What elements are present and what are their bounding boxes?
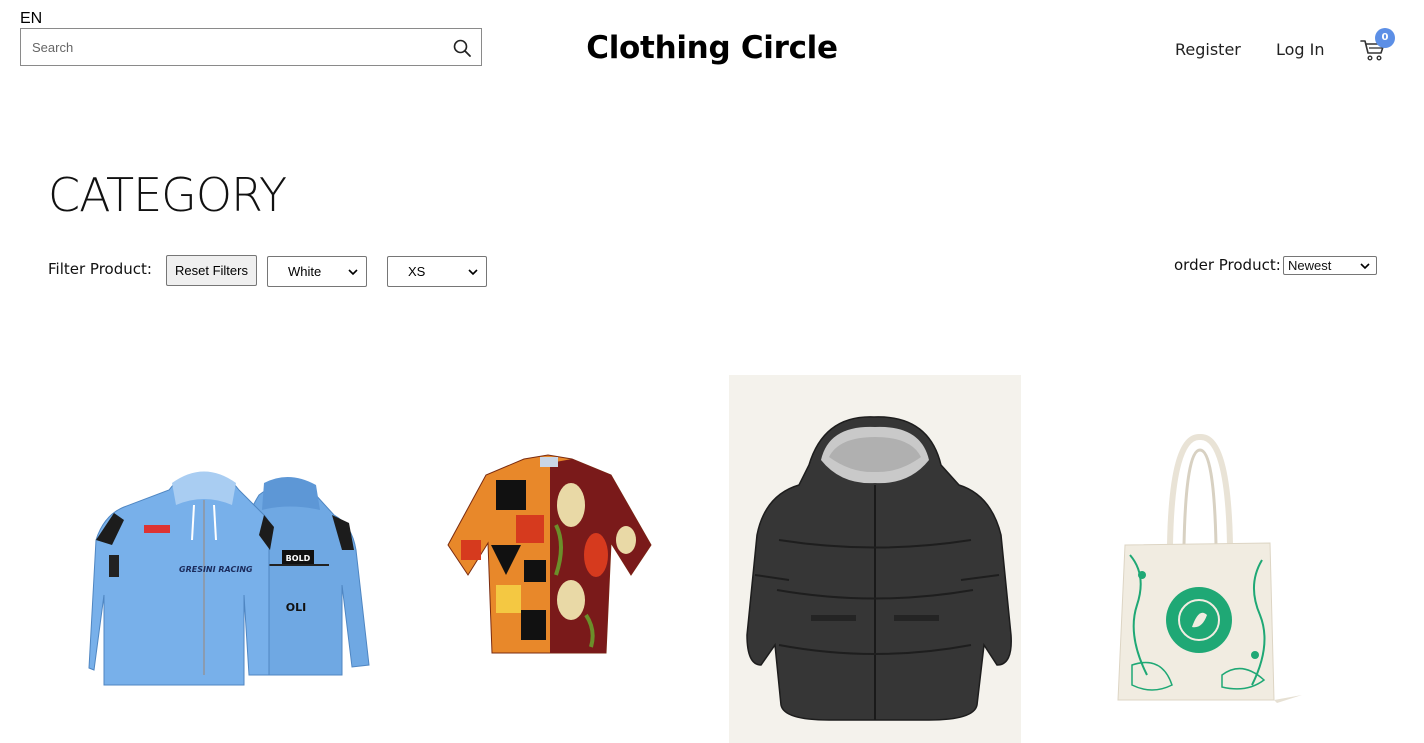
product-image-hoodie: BOLD OLI GRESINI RACING (88, 471, 370, 686)
reset-filters-button[interactable]: Reset Filters (166, 255, 257, 286)
order-value: Newest (1288, 258, 1332, 273)
filter-label: Filter Product: (48, 260, 152, 278)
page-title: CATEGORY (48, 168, 287, 222)
order-select[interactable]: Newest (1283, 256, 1377, 275)
search-icon[interactable] (452, 38, 472, 58)
login-link[interactable]: Log In (1276, 40, 1325, 59)
product-card-shirt[interactable] (406, 375, 698, 743)
product-card-tote[interactable] (1052, 375, 1344, 743)
product-image-shirt (447, 454, 652, 654)
register-link[interactable]: Register (1175, 40, 1241, 59)
chevron-down-icon (1360, 263, 1370, 270)
product-image-tote (1117, 434, 1302, 703)
color-filter-select[interactable]: White (267, 256, 367, 287)
product-card-hoodie[interactable]: BOLD OLI GRESINI RACING (84, 375, 376, 743)
chevron-down-icon (348, 269, 358, 276)
size-filter-select[interactable]: XS (387, 256, 487, 287)
product-card-jacket[interactable] (729, 375, 1021, 743)
search-box (20, 28, 482, 66)
size-filter-value: XS (408, 264, 426, 279)
product-image-jacket (746, 416, 1012, 721)
svg-text:OLI: OLI (286, 601, 306, 614)
cart-count-badge: 0 (1375, 28, 1395, 48)
svg-text:GRESINI RACING: GRESINI RACING (179, 565, 253, 574)
search-input[interactable] (21, 29, 431, 65)
color-filter-value: White (288, 264, 322, 279)
language-switcher[interactable]: EN (20, 10, 42, 28)
chevron-down-icon (468, 269, 478, 276)
order-label: order Product: (1174, 256, 1281, 274)
svg-text:BOLD: BOLD (286, 554, 311, 563)
